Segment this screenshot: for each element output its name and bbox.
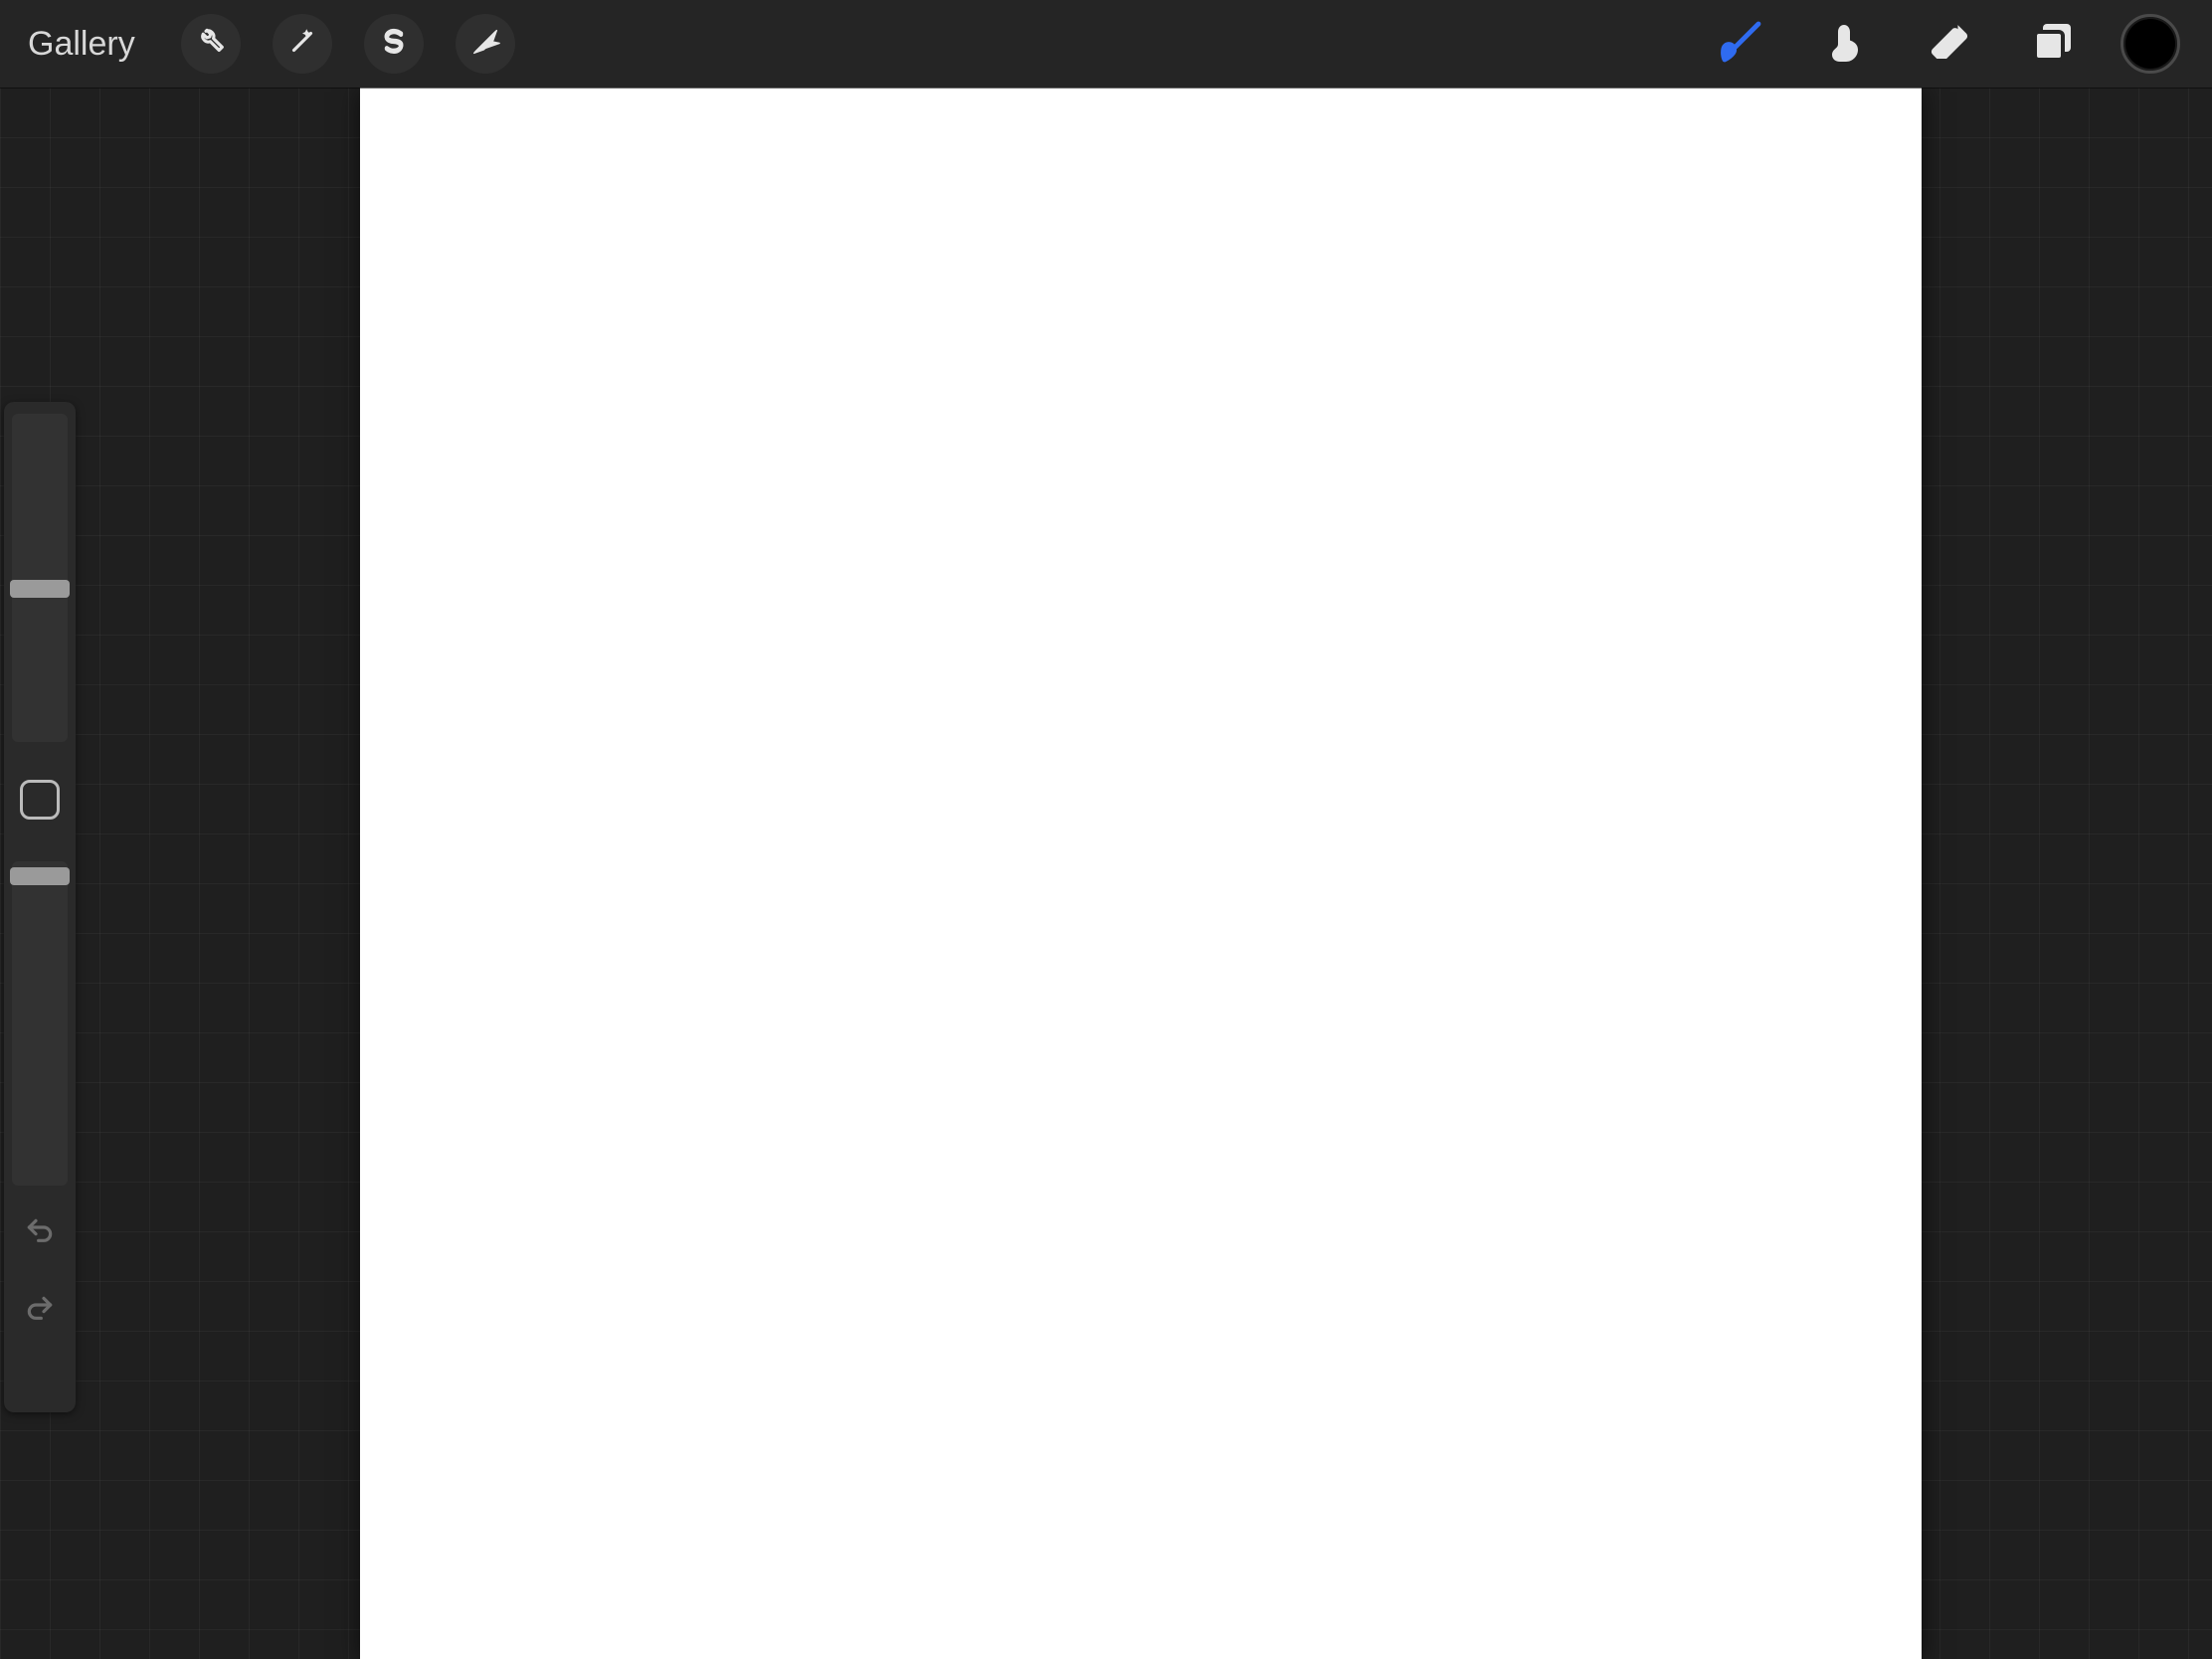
finger-smudge-icon bbox=[1822, 18, 1870, 71]
actions-button[interactable] bbox=[181, 14, 241, 74]
modify-button[interactable] bbox=[20, 780, 60, 820]
undo-icon bbox=[22, 1215, 58, 1252]
paint-brush-icon bbox=[1719, 18, 1766, 71]
drawing-canvas[interactable] bbox=[360, 88, 1922, 1659]
brush-opacity-slider[interactable] bbox=[12, 861, 68, 1186]
side-slider-panel bbox=[4, 402, 76, 1412]
redo-icon bbox=[22, 1293, 58, 1330]
gallery-button[interactable]: Gallery bbox=[28, 25, 135, 64]
toolbar-left-group: Gallery bbox=[28, 14, 515, 74]
undo-redo-group bbox=[16, 1209, 64, 1335]
eraser-icon bbox=[1926, 18, 1973, 71]
layers-icon bbox=[2029, 18, 2077, 71]
wand-icon bbox=[285, 25, 319, 64]
layers-button[interactable] bbox=[2017, 8, 2089, 80]
brush-opacity-thumb[interactable] bbox=[10, 867, 70, 885]
eraser-tool-button[interactable] bbox=[1914, 8, 1985, 80]
brush-size-thumb[interactable] bbox=[10, 580, 70, 598]
arrow-cursor-icon bbox=[468, 25, 502, 64]
selection-button[interactable] bbox=[364, 14, 424, 74]
top-toolbar: Gallery bbox=[0, 0, 2212, 88]
adjustments-button[interactable] bbox=[273, 14, 332, 74]
brush-size-slider[interactable] bbox=[12, 414, 68, 742]
color-picker-button[interactable] bbox=[2120, 14, 2180, 74]
brush-tool-button[interactable] bbox=[1707, 8, 1778, 80]
smudge-tool-button[interactable] bbox=[1810, 8, 1882, 80]
toolbar-right-group bbox=[1707, 8, 2180, 80]
redo-button[interactable] bbox=[16, 1287, 64, 1335]
wrench-icon bbox=[194, 25, 228, 64]
undo-button[interactable] bbox=[16, 1209, 64, 1257]
s-ribbon-icon bbox=[377, 25, 411, 64]
transform-button[interactable] bbox=[456, 14, 515, 74]
